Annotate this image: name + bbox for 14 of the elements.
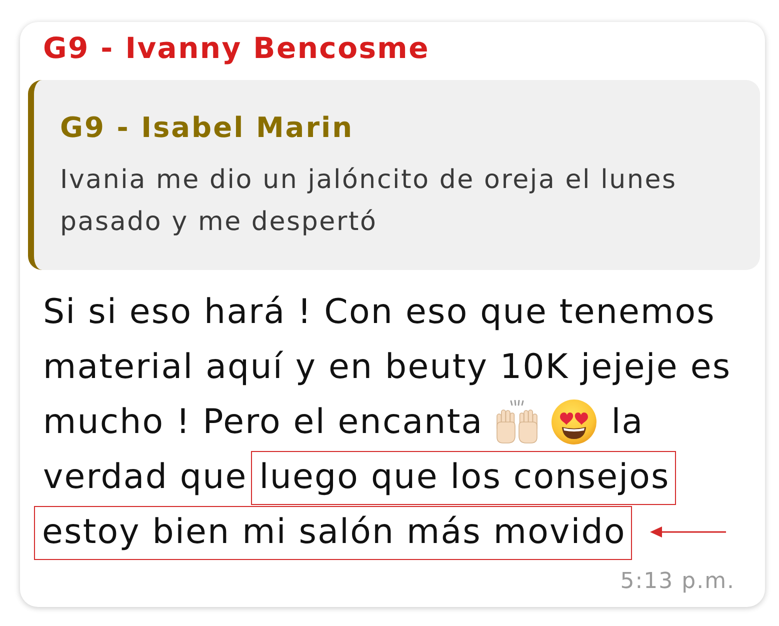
sender-name: G9 - Ivanny Bencosme: [43, 30, 430, 66]
quoted-sender-name: G9 - Isabel Marin: [60, 110, 354, 146]
annotated-text: estoy bien mi salón más movido: [34, 506, 632, 560]
message-text: la: [611, 400, 644, 442]
quoted-message[interactable]: G9 - Isabel Marin Ivania me dio un jalóncito de oreja el lunes pasado y me despertó: [28, 80, 760, 270]
quoted-text: Ivania me dio un jalóncito de oreja el lunes pasado y me despertó: [60, 164, 678, 239]
annotated-text: luego que los consejos: [251, 450, 676, 504]
message-text: material aquí y en beuty 10K jejeje es: [43, 346, 732, 388]
timestamp: 5:13 p.m.: [620, 568, 735, 596]
heart-eyes-face-icon: [551, 398, 598, 444]
raised-hands-icon: [495, 400, 540, 444]
message-text: verdad que: [43, 456, 248, 498]
message-text: mucho ! Pero el encanta: [43, 400, 484, 442]
message-text: Si si eso hará ! Con eso que tenemos: [43, 290, 716, 332]
